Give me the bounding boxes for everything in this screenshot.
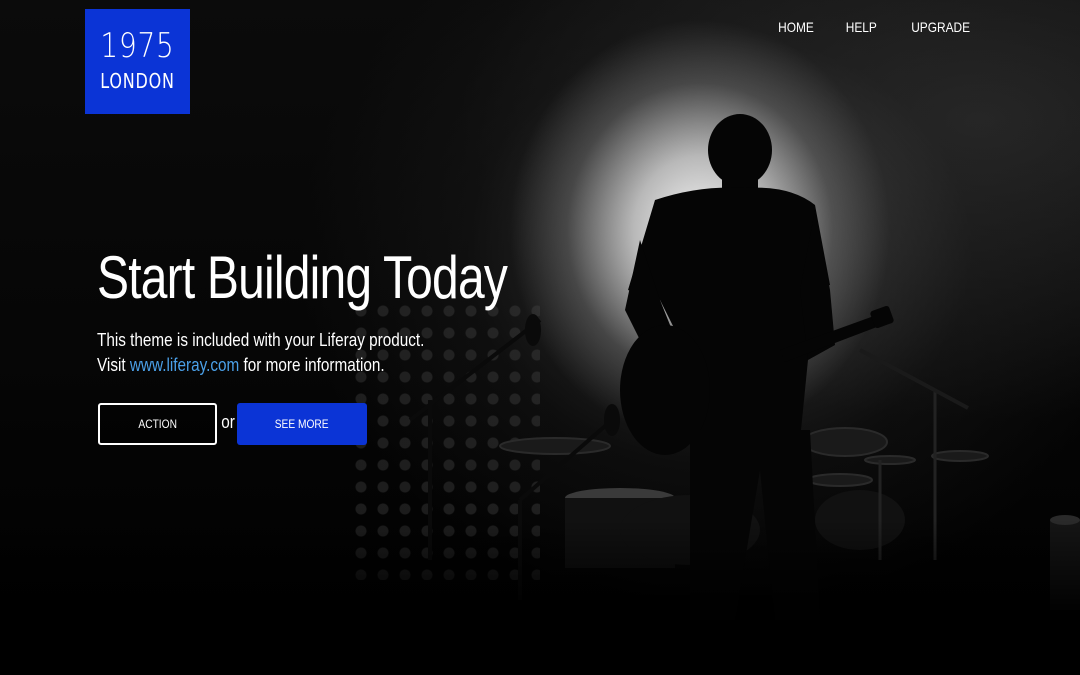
hero-line-2-suffix: for more information.	[239, 355, 385, 375]
top-navigation: HOME HELP UPGRADE	[762, 18, 988, 36]
hero-line-2-prefix: Visit	[97, 355, 130, 375]
hero-page: 1975 LONDON HOME HELP UPGRADE Start Buil…	[0, 0, 1080, 675]
site-logo[interactable]: 1975 LONDON	[85, 9, 190, 114]
hero-description: This theme is included with your Liferay…	[97, 328, 424, 378]
action-button[interactable]: ACTION	[98, 403, 217, 445]
hero-description-line-1: This theme is included with your Liferay…	[97, 330, 425, 350]
nav-item-upgrade[interactable]: UPGRADE	[900, 18, 981, 36]
hero-description-line-2: Visit www.liferay.com for more informati…	[97, 353, 424, 378]
stage-floor-shadow	[0, 520, 1080, 675]
see-more-button-label: SEE MORE	[275, 417, 329, 431]
hero-title: Start Building Today	[97, 244, 508, 311]
logo-city: LONDON	[100, 69, 175, 93]
action-button-label: ACTION	[138, 417, 177, 431]
liferay-link[interactable]: www.liferay.com	[130, 355, 239, 375]
nav-item-help[interactable]: HELP	[835, 18, 888, 36]
or-separator: or	[221, 412, 235, 432]
nav-item-home[interactable]: HOME	[767, 18, 825, 36]
see-more-button[interactable]: SEE MORE	[237, 403, 367, 445]
logo-year: 1975	[100, 26, 175, 66]
